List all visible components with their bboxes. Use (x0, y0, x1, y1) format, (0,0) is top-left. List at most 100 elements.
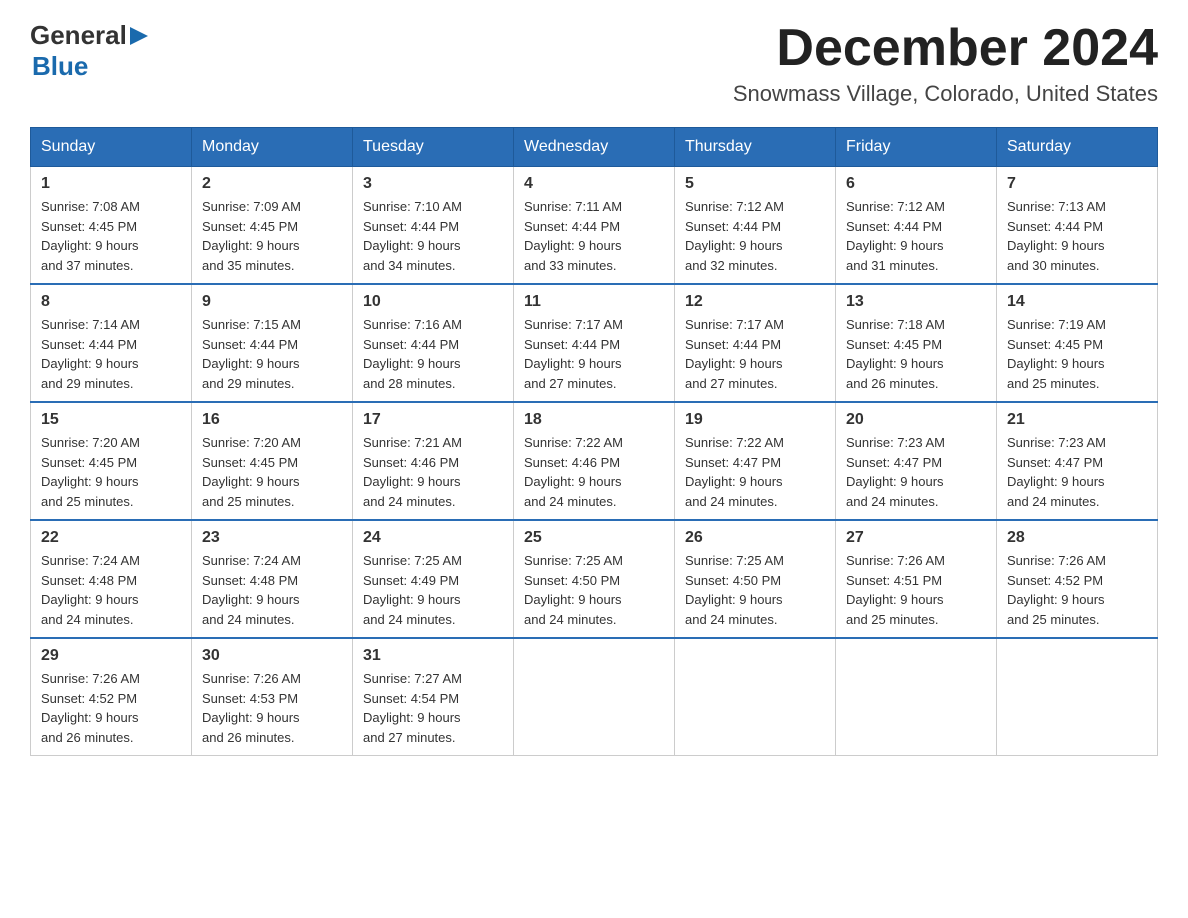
calendar-cell: 6 Sunrise: 7:12 AMSunset: 4:44 PMDayligh… (836, 167, 997, 285)
day-number: 24 (363, 529, 503, 547)
day-number: 29 (41, 647, 181, 665)
calendar-cell (514, 638, 675, 756)
day-number: 13 (846, 293, 986, 311)
day-number: 27 (846, 529, 986, 547)
calendar-cell: 12 Sunrise: 7:17 AMSunset: 4:44 PMDaylig… (675, 284, 836, 402)
calendar-cell: 30 Sunrise: 7:26 AMSunset: 4:53 PMDaylig… (192, 638, 353, 756)
calendar-cell: 24 Sunrise: 7:25 AMSunset: 4:49 PMDaylig… (353, 520, 514, 638)
day-info: Sunrise: 7:23 AMSunset: 4:47 PMDaylight:… (846, 435, 945, 509)
day-number: 22 (41, 529, 181, 547)
calendar-cell: 21 Sunrise: 7:23 AMSunset: 4:47 PMDaylig… (997, 402, 1158, 520)
day-info: Sunrise: 7:09 AMSunset: 4:45 PMDaylight:… (202, 199, 301, 273)
calendar-cell: 4 Sunrise: 7:11 AMSunset: 4:44 PMDayligh… (514, 167, 675, 285)
day-number: 6 (846, 175, 986, 193)
day-info: Sunrise: 7:19 AMSunset: 4:45 PMDaylight:… (1007, 317, 1106, 391)
calendar-cell (836, 638, 997, 756)
calendar-table: SundayMondayTuesdayWednesdayThursdayFrid… (30, 127, 1158, 756)
calendar-week-row: 1 Sunrise: 7:08 AMSunset: 4:45 PMDayligh… (31, 167, 1158, 285)
day-info: Sunrise: 7:25 AMSunset: 4:50 PMDaylight:… (524, 553, 623, 627)
day-number: 21 (1007, 411, 1147, 429)
day-header-thursday: Thursday (675, 128, 836, 167)
day-number: 19 (685, 411, 825, 429)
day-info: Sunrise: 7:22 AMSunset: 4:47 PMDaylight:… (685, 435, 784, 509)
day-info: Sunrise: 7:26 AMSunset: 4:52 PMDaylight:… (41, 671, 140, 745)
day-info: Sunrise: 7:21 AMSunset: 4:46 PMDaylight:… (363, 435, 462, 509)
day-info: Sunrise: 7:08 AMSunset: 4:45 PMDaylight:… (41, 199, 140, 273)
day-number: 28 (1007, 529, 1147, 547)
day-number: 10 (363, 293, 503, 311)
day-info: Sunrise: 7:17 AMSunset: 4:44 PMDaylight:… (685, 317, 784, 391)
calendar-cell: 3 Sunrise: 7:10 AMSunset: 4:44 PMDayligh… (353, 167, 514, 285)
day-number: 3 (363, 175, 503, 193)
day-number: 16 (202, 411, 342, 429)
calendar-cell: 17 Sunrise: 7:21 AMSunset: 4:46 PMDaylig… (353, 402, 514, 520)
day-info: Sunrise: 7:15 AMSunset: 4:44 PMDaylight:… (202, 317, 301, 391)
calendar-cell: 10 Sunrise: 7:16 AMSunset: 4:44 PMDaylig… (353, 284, 514, 402)
calendar-cell: 2 Sunrise: 7:09 AMSunset: 4:45 PMDayligh… (192, 167, 353, 285)
calendar-cell: 27 Sunrise: 7:26 AMSunset: 4:51 PMDaylig… (836, 520, 997, 638)
main-title: December 2024 (733, 20, 1158, 77)
day-header-sunday: Sunday (31, 128, 192, 167)
calendar-cell: 26 Sunrise: 7:25 AMSunset: 4:50 PMDaylig… (675, 520, 836, 638)
day-header-monday: Monday (192, 128, 353, 167)
day-info: Sunrise: 7:16 AMSunset: 4:44 PMDaylight:… (363, 317, 462, 391)
day-number: 12 (685, 293, 825, 311)
day-number: 23 (202, 529, 342, 547)
calendar-cell: 11 Sunrise: 7:17 AMSunset: 4:44 PMDaylig… (514, 284, 675, 402)
day-number: 15 (41, 411, 181, 429)
day-number: 5 (685, 175, 825, 193)
day-number: 14 (1007, 293, 1147, 311)
day-info: Sunrise: 7:25 AMSunset: 4:49 PMDaylight:… (363, 553, 462, 627)
day-info: Sunrise: 7:13 AMSunset: 4:44 PMDaylight:… (1007, 199, 1106, 273)
day-info: Sunrise: 7:24 AMSunset: 4:48 PMDaylight:… (202, 553, 301, 627)
calendar-cell: 29 Sunrise: 7:26 AMSunset: 4:52 PMDaylig… (31, 638, 192, 756)
calendar-header-row: SundayMondayTuesdayWednesdayThursdayFrid… (31, 128, 1158, 167)
day-header-tuesday: Tuesday (353, 128, 514, 167)
calendar-cell: 18 Sunrise: 7:22 AMSunset: 4:46 PMDaylig… (514, 402, 675, 520)
calendar-cell: 20 Sunrise: 7:23 AMSunset: 4:47 PMDaylig… (836, 402, 997, 520)
calendar-cell: 25 Sunrise: 7:25 AMSunset: 4:50 PMDaylig… (514, 520, 675, 638)
logo: General Blue (30, 20, 148, 82)
day-number: 20 (846, 411, 986, 429)
day-info: Sunrise: 7:10 AMSunset: 4:44 PMDaylight:… (363, 199, 462, 273)
day-info: Sunrise: 7:25 AMSunset: 4:50 PMDaylight:… (685, 553, 784, 627)
subtitle: Snowmass Village, Colorado, United State… (733, 81, 1158, 107)
calendar-week-row: 29 Sunrise: 7:26 AMSunset: 4:52 PMDaylig… (31, 638, 1158, 756)
day-number: 26 (685, 529, 825, 547)
day-info: Sunrise: 7:26 AMSunset: 4:52 PMDaylight:… (1007, 553, 1106, 627)
day-number: 9 (202, 293, 342, 311)
day-info: Sunrise: 7:23 AMSunset: 4:47 PMDaylight:… (1007, 435, 1106, 509)
day-number: 25 (524, 529, 664, 547)
logo-flag-icon (130, 27, 148, 45)
day-number: 8 (41, 293, 181, 311)
logo-blue: Blue (32, 51, 148, 82)
day-number: 17 (363, 411, 503, 429)
day-number: 4 (524, 175, 664, 193)
calendar-week-row: 15 Sunrise: 7:20 AMSunset: 4:45 PMDaylig… (31, 402, 1158, 520)
day-number: 11 (524, 293, 664, 311)
day-number: 18 (524, 411, 664, 429)
calendar-cell: 5 Sunrise: 7:12 AMSunset: 4:44 PMDayligh… (675, 167, 836, 285)
calendar-cell: 31 Sunrise: 7:27 AMSunset: 4:54 PMDaylig… (353, 638, 514, 756)
calendar-cell: 14 Sunrise: 7:19 AMSunset: 4:45 PMDaylig… (997, 284, 1158, 402)
calendar-cell: 7 Sunrise: 7:13 AMSunset: 4:44 PMDayligh… (997, 167, 1158, 285)
day-info: Sunrise: 7:18 AMSunset: 4:45 PMDaylight:… (846, 317, 945, 391)
day-info: Sunrise: 7:20 AMSunset: 4:45 PMDaylight:… (41, 435, 140, 509)
day-info: Sunrise: 7:22 AMSunset: 4:46 PMDaylight:… (524, 435, 623, 509)
day-header-saturday: Saturday (997, 128, 1158, 167)
calendar-cell (997, 638, 1158, 756)
calendar-cell: 28 Sunrise: 7:26 AMSunset: 4:52 PMDaylig… (997, 520, 1158, 638)
calendar-cell: 13 Sunrise: 7:18 AMSunset: 4:45 PMDaylig… (836, 284, 997, 402)
calendar-week-row: 8 Sunrise: 7:14 AMSunset: 4:44 PMDayligh… (31, 284, 1158, 402)
day-header-wednesday: Wednesday (514, 128, 675, 167)
day-info: Sunrise: 7:14 AMSunset: 4:44 PMDaylight:… (41, 317, 140, 391)
logo-general: General (30, 20, 127, 51)
calendar-cell (675, 638, 836, 756)
day-header-friday: Friday (836, 128, 997, 167)
header: General Blue December 2024 Snowmass Vill… (30, 20, 1158, 107)
day-number: 31 (363, 647, 503, 665)
calendar-cell: 16 Sunrise: 7:20 AMSunset: 4:45 PMDaylig… (192, 402, 353, 520)
calendar-cell: 9 Sunrise: 7:15 AMSunset: 4:44 PMDayligh… (192, 284, 353, 402)
calendar-cell: 19 Sunrise: 7:22 AMSunset: 4:47 PMDaylig… (675, 402, 836, 520)
calendar-cell: 15 Sunrise: 7:20 AMSunset: 4:45 PMDaylig… (31, 402, 192, 520)
